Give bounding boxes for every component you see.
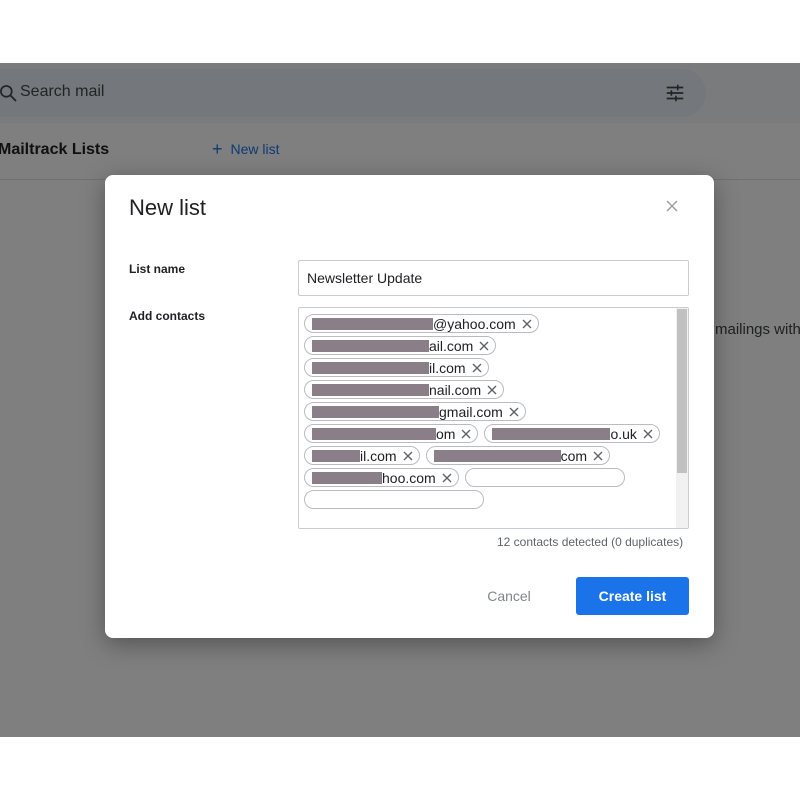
contacts-input[interactable]: @yahoo.com ail.com il.com nail.com gmail xyxy=(298,307,689,529)
remove-contact-icon[interactable] xyxy=(479,341,489,351)
contact-chip[interactable]: hoo.com xyxy=(304,468,459,487)
remove-contact-icon[interactable] xyxy=(403,451,413,461)
contact-chips: @yahoo.com ail.com il.com nail.com gmail xyxy=(299,308,688,509)
redacted-text xyxy=(312,427,436,440)
remove-contact-icon[interactable] xyxy=(487,385,497,395)
contact-chip[interactable]: nail.com xyxy=(304,380,505,399)
redacted-text xyxy=(312,339,429,352)
scrollbar[interactable] xyxy=(676,308,688,528)
contact-chip[interactable]: ail.com xyxy=(304,336,497,355)
contact-chip[interactable] xyxy=(304,490,484,509)
remove-contact-icon[interactable] xyxy=(442,473,452,483)
redacted-text xyxy=(312,361,429,374)
close-icon[interactable] xyxy=(663,197,681,215)
contact-chip[interactable]: o.uk xyxy=(484,424,660,443)
remove-contact-icon[interactable] xyxy=(522,319,532,329)
redacted-text xyxy=(312,317,433,330)
contact-chip[interactable]: il.com xyxy=(304,446,420,465)
contact-chip[interactable]: il.com xyxy=(304,358,489,377)
create-list-button[interactable]: Create list xyxy=(576,577,689,615)
scrollbar-thumb[interactable] xyxy=(677,309,687,473)
cancel-button[interactable]: Cancel xyxy=(467,577,551,615)
add-contacts-label: Add contacts xyxy=(129,309,206,323)
list-name-input[interactable] xyxy=(298,260,689,296)
redacted-text xyxy=(312,405,439,418)
remove-contact-icon[interactable] xyxy=(509,407,519,417)
remove-contact-icon[interactable] xyxy=(643,429,653,439)
redacted-text xyxy=(492,427,611,440)
remove-contact-icon[interactable] xyxy=(472,363,482,373)
redacted-text xyxy=(433,449,561,462)
contact-chip[interactable]: gmail.com xyxy=(304,402,526,421)
list-name-label: List name xyxy=(129,262,186,276)
redacted-text xyxy=(312,471,382,484)
redacted-text xyxy=(312,383,429,396)
contact-chip[interactable] xyxy=(464,468,625,487)
remove-contact-icon[interactable] xyxy=(461,429,471,439)
remove-contact-icon[interactable] xyxy=(593,451,603,461)
dialog-title: New list xyxy=(129,195,207,220)
contact-chip[interactable]: @yahoo.com xyxy=(304,314,539,333)
new-list-dialog: New list List name Add contacts @yahoo.c… xyxy=(105,175,714,638)
contact-chip[interactable]: om xyxy=(304,424,479,443)
contact-chip[interactable]: com xyxy=(425,446,611,465)
contacts-detected-text: 12 contacts detected (0 duplicates) xyxy=(497,535,684,549)
redacted-text xyxy=(312,449,360,462)
